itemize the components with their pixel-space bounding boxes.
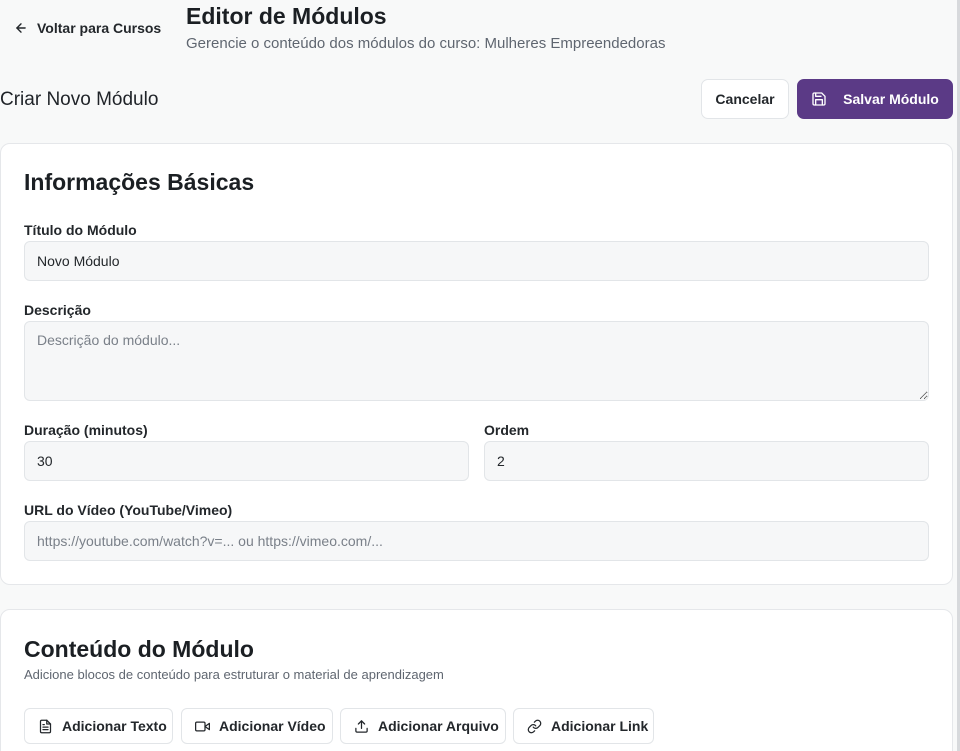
add-video-button[interactable]: Adicionar Vídeo bbox=[181, 708, 333, 744]
add-video-label: Adicionar Vídeo bbox=[219, 718, 326, 734]
order-label: Ordem bbox=[484, 422, 530, 438]
back-to-courses-link[interactable]: Voltar para Cursos bbox=[14, 18, 161, 38]
upload-icon bbox=[355, 719, 368, 733]
add-file-button[interactable]: Adicionar Arquivo bbox=[340, 708, 506, 744]
order-input[interactable] bbox=[484, 441, 929, 481]
cancel-button-label: Cancelar bbox=[715, 91, 775, 107]
add-text-label: Adicionar Texto bbox=[62, 718, 167, 734]
form-title: Criar Novo Módulo bbox=[0, 89, 159, 110]
module-content-heading: Conteúdo do Módulo bbox=[24, 636, 254, 662]
video-url-label: URL do Vídeo (YouTube/Vimeo) bbox=[24, 502, 233, 518]
page-title: Editor de Módulos bbox=[186, 3, 387, 29]
add-file-label: Adicionar Arquivo bbox=[378, 718, 499, 734]
module-title-input[interactable] bbox=[24, 241, 929, 281]
description-textarea[interactable] bbox=[24, 321, 929, 401]
description-label: Descrição bbox=[24, 302, 91, 318]
module-content-description: Adicione blocos de conteúdo para estrutu… bbox=[24, 667, 444, 682]
arrow-left-icon bbox=[16, 23, 26, 33]
back-link-label: Voltar para Cursos bbox=[37, 20, 162, 36]
cancel-button[interactable]: Cancelar bbox=[701, 79, 789, 119]
duration-input[interactable] bbox=[24, 441, 469, 481]
link-icon bbox=[527, 719, 542, 733]
file-text-icon bbox=[39, 719, 52, 733]
save-icon bbox=[812, 92, 826, 106]
top-bar: Voltar para Cursos Editor de Módulos Ger… bbox=[0, 0, 960, 70]
add-text-button[interactable]: Adicionar Texto bbox=[24, 708, 173, 744]
page-subtitle: Gerencie o conteúdo dos módulos do curso… bbox=[186, 35, 666, 52]
save-module-button[interactable]: Salvar Módulo bbox=[797, 79, 953, 119]
save-button-label: Salvar Módulo bbox=[843, 91, 939, 107]
video-url-input[interactable] bbox=[24, 521, 929, 561]
video-icon bbox=[195, 721, 210, 731]
module-content-card: Conteúdo do Módulo Adicione blocos de co… bbox=[0, 609, 953, 751]
duration-label: Duração (minutos) bbox=[24, 422, 148, 438]
add-link-label: Adicionar Link bbox=[551, 718, 649, 734]
basic-info-card: Informações Básicas Título do Módulo Des… bbox=[0, 143, 953, 585]
add-link-button[interactable]: Adicionar Link bbox=[513, 708, 654, 744]
module-title-label: Título do Módulo bbox=[24, 222, 137, 238]
basic-info-heading: Informações Básicas bbox=[24, 169, 255, 195]
